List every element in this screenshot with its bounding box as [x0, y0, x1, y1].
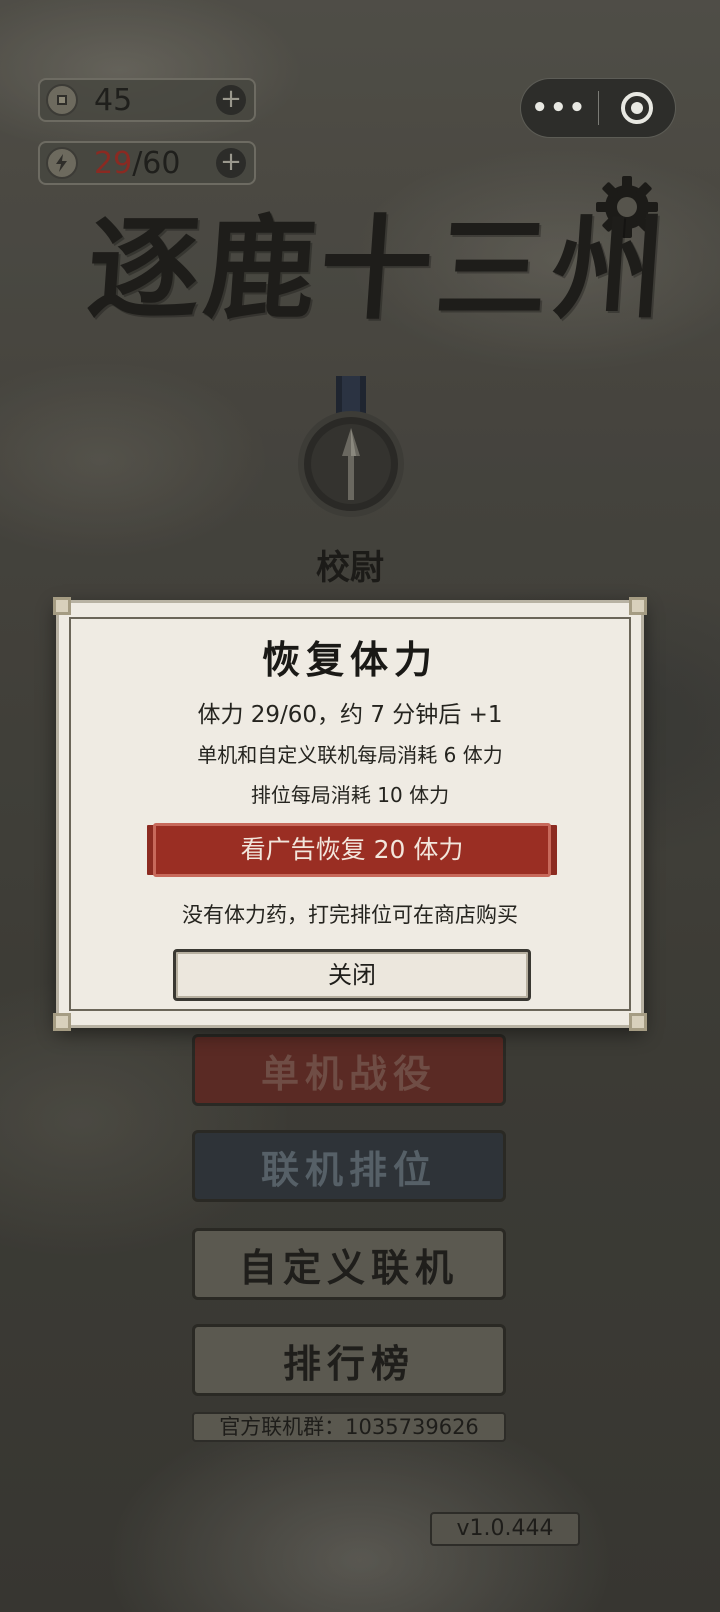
restore-energy-dialog: 恢复体力 体力 29/60，约 7 分钟后 +1 单机和自定义联机每局消耗 6 … — [53, 597, 647, 1031]
energy-current: 29 — [94, 145, 133, 181]
lightning-icon — [46, 147, 78, 179]
energy-separator: / — [132, 145, 143, 181]
official-group-label: 官方联机群：1035739626 — [192, 1412, 506, 1442]
corner-ornament — [53, 597, 71, 615]
add-energy-button[interactable]: + — [216, 148, 246, 178]
game-title: 逐鹿十三州 — [83, 204, 673, 335]
spearhead-medal-icon — [298, 376, 404, 517]
leaderboard-button[interactable]: 排行榜 — [192, 1324, 506, 1396]
miniprogram-capsule: ••• — [520, 78, 676, 138]
coin-icon — [46, 84, 78, 116]
corner-ornament — [629, 597, 647, 615]
close-button[interactable]: 关闭 — [173, 949, 531, 1001]
target-icon[interactable] — [599, 92, 676, 124]
version-label: v1.0.444 — [430, 1512, 580, 1546]
energy-counter: 29/60 + — [38, 141, 256, 185]
energy-status-text: 体力 29/60，约 7 分钟后 +1 — [197, 702, 503, 728]
single-campaign-button[interactable]: 单机战役 — [192, 1034, 506, 1106]
watch-ad-button[interactable]: 看广告恢复 20 体力 — [153, 823, 551, 877]
ranked-cost-text: 排位每局消耗 10 体力 — [250, 783, 450, 807]
corner-ornament — [53, 1013, 71, 1031]
more-dots-icon[interactable]: ••• — [521, 93, 598, 123]
ranked-match-button[interactable]: 联机排位 — [192, 1130, 506, 1202]
coins-counter: 45 + — [38, 78, 256, 122]
corner-ornament — [629, 1013, 647, 1031]
potion-note-text: 没有体力药，打完排位可在商店购买 — [182, 903, 518, 927]
energy-max: 60 — [142, 145, 181, 181]
energy-value: 29/60 — [94, 146, 180, 181]
cost-info-text: 单机和自定义联机每局消耗 6 体力 — [197, 743, 503, 767]
rank-title: 校尉 — [316, 548, 384, 588]
add-coins-button[interactable]: + — [216, 85, 246, 115]
coins-value: 45 — [94, 82, 133, 118]
custom-match-button[interactable]: 自定义联机 — [192, 1228, 506, 1300]
dialog-title: 恢复体力 — [261, 637, 438, 682]
